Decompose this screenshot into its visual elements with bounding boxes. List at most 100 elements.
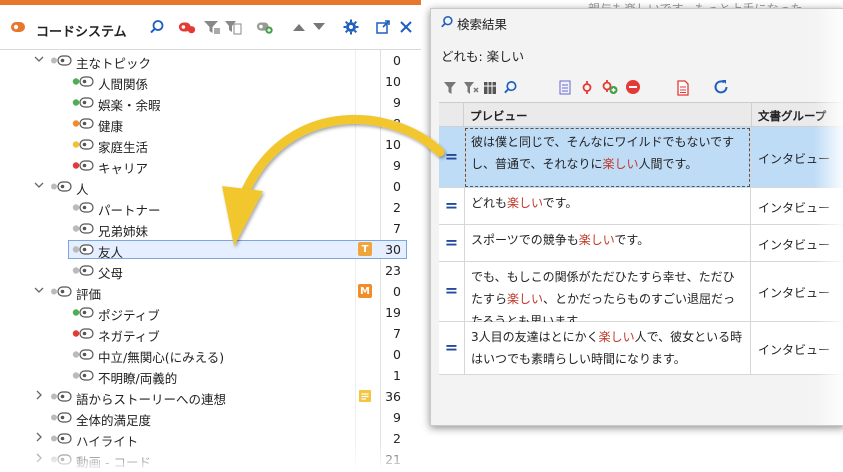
document-group-cell: インタビュー xyxy=(758,237,831,252)
preview-cell[interactable]: 彼は僕と同じで、そんなにワイルドでもないですし、普通で、それなりに楽しい人間です… xyxy=(464,127,751,188)
code-icon xyxy=(72,160,94,171)
document-group-cell: インタビュー xyxy=(758,286,831,300)
preview-text: です。 xyxy=(614,233,650,247)
coded-segment-count: 10 xyxy=(385,74,401,89)
columns-icon[interactable] xyxy=(483,81,497,98)
new-code-icon[interactable] xyxy=(256,18,274,36)
window-title: 検索結果 xyxy=(457,17,508,32)
tree-row-label: 評価 xyxy=(76,287,102,302)
tree-row[interactable]: 中立/無関心(にみえる) 0 xyxy=(0,344,421,365)
chevron-right-icon[interactable] xyxy=(34,453,44,463)
gear-icon[interactable] xyxy=(342,18,360,36)
preview-cell[interactable]: 3人目の友達はとにかく楽しい人で、彼女といる時はいつでも素晴らしい時間になります… xyxy=(464,322,751,375)
column-header-document-group[interactable]: 文書グループ xyxy=(752,103,843,127)
tree-row[interactable]: 語からストーリーへの連想 36 xyxy=(0,386,421,407)
table-row[interactable]: = でも、もしこの関係がただひたすら幸せ、ただひたすら楽しい、とかだったらものすご… xyxy=(439,262,843,328)
coded-segment-count: 21 xyxy=(385,452,401,467)
tree-row[interactable]: 全体的満足度 9 xyxy=(0,407,421,428)
code-system-toolbar: コードシステム xyxy=(0,5,421,50)
search-icon[interactable] xyxy=(148,18,166,36)
table-row[interactable]: = 3人目の友達はとにかく楽しい人で、彼女といる時はいつでも素晴らしい時間になりま… xyxy=(439,322,843,375)
chevron-right-icon[interactable] xyxy=(34,432,44,442)
tree-row[interactable]: 娯楽・余暇 9 xyxy=(0,92,421,113)
chevron-right-icon[interactable] xyxy=(34,390,44,400)
code-folder-icon xyxy=(50,412,72,423)
tree-row[interactable]: ネガティブ 7 xyxy=(0,323,421,344)
coded-segment-count: 0 xyxy=(393,284,401,299)
tree-row[interactable]: 兄弟姉妹 7 xyxy=(0,218,421,239)
coded-segment-count: 0 xyxy=(393,347,401,362)
tree-row-label: 娯楽・余暇 xyxy=(98,98,161,113)
memo-badge-icon[interactable]: M xyxy=(358,284,372,298)
chevron-down-icon[interactable] xyxy=(34,54,44,64)
document-icon[interactable] xyxy=(559,80,571,98)
tree-row[interactable]: 家庭生活 10 xyxy=(0,134,421,155)
code-icon xyxy=(72,307,94,318)
tree-row-label: 家庭生活 xyxy=(98,140,149,155)
tree-row[interactable]: ハイライト 2 xyxy=(0,428,421,449)
search-hit-highlight: 楽しい xyxy=(598,330,635,344)
preview-cell[interactable]: でも、もしこの関係がただひたすら幸せ、ただひたすら楽しい、とかだったらものすごい… xyxy=(464,262,751,328)
preview-cell[interactable]: どれも楽しいです。 xyxy=(464,188,751,225)
clear-filter-icon[interactable] xyxy=(463,81,479,98)
coded-segment-count: 0 xyxy=(393,53,401,68)
tree-row[interactable]: キャリア 9 xyxy=(0,155,421,176)
code-folder-icon xyxy=(50,55,72,66)
search-hit-highlight: 楽しい xyxy=(507,196,543,210)
move-up-icon[interactable] xyxy=(290,18,308,36)
memo-icon[interactable] xyxy=(358,389,372,403)
tree-row[interactable]: 健康 8 xyxy=(0,113,421,134)
coded-segment-count: 36 xyxy=(385,389,401,404)
remove-icon[interactable] xyxy=(625,79,641,98)
move-down-icon[interactable] xyxy=(310,18,328,36)
code-marker-icon[interactable] xyxy=(581,80,593,98)
chevron-down-icon[interactable] xyxy=(34,180,44,190)
coded-segment-count: 7 xyxy=(393,221,401,236)
code-system-icon xyxy=(10,18,28,36)
refresh-icon[interactable] xyxy=(713,79,729,98)
tree-row-label: 兄弟姉妹 xyxy=(98,224,149,239)
tag-badge-icon[interactable]: T xyxy=(358,242,372,256)
add-code-icon[interactable] xyxy=(601,80,619,98)
tree-row-label: 人間関係 xyxy=(98,77,149,92)
preview-text: 3人目の友達はとにかく xyxy=(471,330,599,344)
search-hit-highlight: 楽しい xyxy=(602,157,639,171)
filter-icon[interactable] xyxy=(443,81,457,98)
coded-segment-count: 2 xyxy=(393,200,401,215)
code-icon xyxy=(72,370,94,381)
coded-segment-count: 2 xyxy=(393,431,401,446)
coded-segment-count: 7 xyxy=(393,326,401,341)
tree-row-label: 全体的満足度 xyxy=(76,413,152,428)
activate-codes-icon[interactable] xyxy=(178,18,196,36)
tree-row[interactable]: ポジティブ 19 xyxy=(0,302,421,323)
undock-icon[interactable] xyxy=(374,18,392,36)
close-icon[interactable] xyxy=(397,18,415,36)
coded-segment-count: 10 xyxy=(385,137,401,152)
equals-icon: = xyxy=(444,281,459,300)
tree-row-label: ポジティブ xyxy=(98,308,160,323)
column-header-preview[interactable]: プレビュー xyxy=(464,103,752,127)
table-row[interactable]: = スポーツでの競争も楽しいです。 インタビュー xyxy=(439,225,843,262)
tree-row[interactable]: 父母 23 xyxy=(0,260,421,281)
filter-icon[interactable] xyxy=(203,18,221,36)
preview-cell[interactable]: スポーツでの競争も楽しいです。 xyxy=(464,225,751,262)
tree-row[interactable]: 不明瞭/両義的 1 xyxy=(0,365,421,386)
code-icon xyxy=(72,76,94,87)
code-folder-icon xyxy=(50,391,72,402)
search-icon[interactable] xyxy=(503,80,518,98)
tree-row[interactable]: 動画 - コード 21 xyxy=(0,449,421,470)
coded-segment-count: 30 xyxy=(385,242,401,257)
document-group-cell: インタビュー xyxy=(758,342,831,357)
table-row[interactable]: = どれも楽しいです。 インタビュー xyxy=(439,188,843,225)
tree-row[interactable]: 評価 M 0 xyxy=(0,281,421,302)
tree-row[interactable]: 主なトピック 0 xyxy=(0,50,421,71)
report-icon[interactable] xyxy=(677,80,689,99)
tree-row[interactable]: 人0 xyxy=(0,176,421,197)
filter-document-icon[interactable] xyxy=(224,18,242,36)
search-icon xyxy=(440,15,454,32)
tree-row[interactable]: 友人 T 30 xyxy=(0,239,421,260)
tree-row[interactable]: パートナー 2 xyxy=(0,197,421,218)
chevron-down-icon[interactable] xyxy=(34,285,44,295)
tree-row[interactable]: 人間関係 10 xyxy=(0,71,421,92)
table-row[interactable]: = 彼は僕と同じで、そんなにワイルドでもないですし、普通で、それなりに楽しい人間で… xyxy=(439,127,843,188)
